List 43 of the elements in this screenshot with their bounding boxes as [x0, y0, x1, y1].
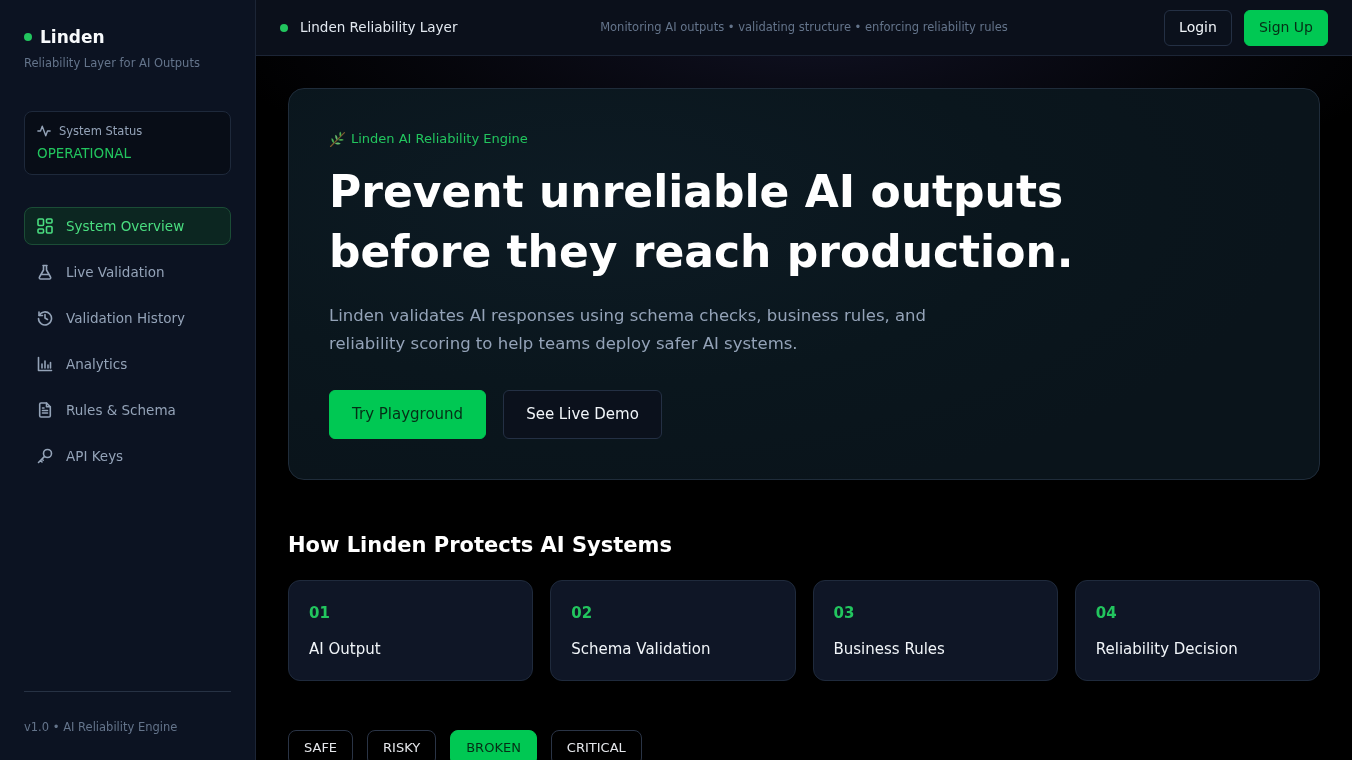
key-icon [37, 448, 53, 464]
step-number: 04 [1095, 603, 1118, 623]
filter-chip[interactable]: SAFE [288, 730, 354, 760]
status-label: System Status [59, 123, 143, 139]
flask-icon [37, 264, 53, 280]
brand-name: Linden [40, 26, 105, 48]
bar-chart-icon [37, 356, 53, 372]
step-number: 01 [309, 603, 331, 623]
dashboard-grid-icon [37, 218, 53, 234]
sidebar-nav-item[interactable]: Validation History [24, 299, 231, 337]
primary-button[interactable]: Try Playground [329, 390, 487, 439]
history-icon [37, 310, 53, 326]
primary-button[interactable]: Sign Up [1243, 9, 1328, 46]
brand-tagline: Reliability Layer for AI Outputs [24, 55, 201, 71]
document-icon [37, 402, 53, 418]
header-tagline: Monitoring AI outputs • validating structure • enforcing reliability rules [600, 18, 1008, 36]
sidebar-nav-item[interactable]: API Keys [24, 437, 231, 475]
herb-icon [329, 131, 346, 147]
step-number: 02 [571, 603, 594, 623]
status-value: OPERATIONAL [37, 144, 133, 162]
step-title: AI Output [309, 639, 382, 659]
eyebrow-text: Linden AI Reliability Engine [351, 130, 528, 148]
pulse-icon [37, 124, 51, 138]
step-title: Schema Validation [571, 639, 712, 659]
step-title: Business Rules [833, 639, 946, 659]
status-dot-icon [280, 23, 288, 32]
secondary-button[interactable]: See Live Demo [503, 390, 662, 439]
app-title: Linden Reliability Layer [300, 18, 458, 38]
step-number: 03 [833, 603, 856, 623]
filter-chip[interactable]: CRITICAL [550, 730, 642, 760]
secondary-button[interactable]: Login [1164, 9, 1232, 46]
version-text: v1.0 • AI Reliability Engine [24, 720, 178, 734]
hero-headline: Prevent unreliable AI outputs before they reach production. [329, 165, 1075, 279]
step-title: Reliability Decision [1095, 639, 1239, 659]
sidebar-nav-item[interactable]: Analytics [24, 345, 231, 383]
sidebar-nav-item[interactable]: Live Validation [24, 253, 231, 291]
filter-chip[interactable]: BROKEN [450, 730, 537, 760]
section-title: How Linden Protects AI Systems [288, 532, 673, 559]
status-dot-icon [24, 33, 32, 41]
sidebar-nav-item[interactable]: System Overview [24, 207, 231, 245]
sidebar-nav-item[interactable]: Rules & Schema [24, 391, 231, 429]
filter-chip[interactable]: RISKY [367, 730, 437, 760]
hero-description: Linden validates AI responses using schema checks, business rules, and reliability scoring to help teams deploy safer AI systems. [329, 305, 927, 355]
